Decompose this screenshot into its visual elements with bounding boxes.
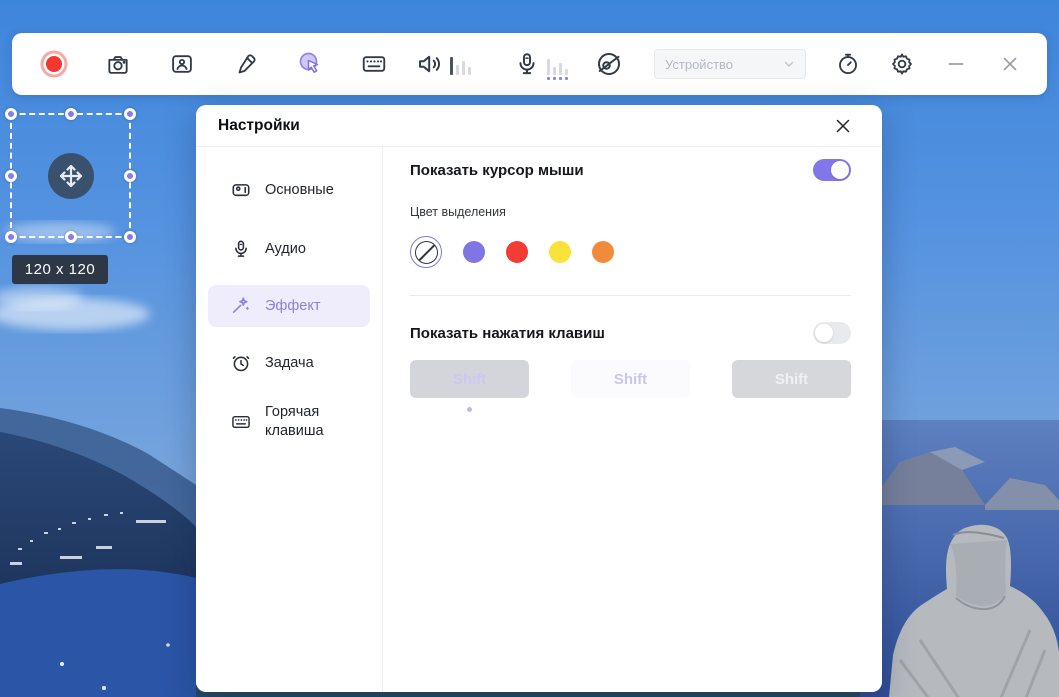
color-swatch-none[interactable] (410, 236, 442, 268)
annotate-button[interactable] (226, 42, 266, 86)
webcam-button[interactable] (162, 42, 202, 86)
show-cursor-label: Показать курсор мыши (410, 161, 584, 179)
close-icon (836, 119, 850, 132)
timer-button[interactable] (829, 42, 867, 86)
toggle-knob (815, 324, 833, 342)
capture-region[interactable] (5, 108, 136, 243)
show-keystrokes-row: Показать нажатия клавиш (410, 322, 851, 344)
resize-handle-nw[interactable] (5, 108, 17, 120)
minimize-button[interactable] (937, 42, 975, 86)
sidebar-item-hotkey[interactable]: Горячая клавиша (208, 399, 370, 445)
sidebar-item-label: Аудио (265, 241, 306, 257)
screen-record-icon (232, 184, 250, 197)
keyboard-icon (362, 56, 386, 72)
keystroke-style-options: Shift Shift Shift (410, 360, 851, 398)
webcam-disabled-icon[interactable] (594, 49, 624, 79)
highlight-color-label: Цвет выделения (410, 205, 506, 219)
sidebar-item-task[interactable]: Задача (208, 340, 370, 386)
sidebar-item-label: Задача (265, 355, 314, 371)
chevron-down-icon (784, 61, 794, 68)
settings-sidebar: Основные Аудио Эффект Задача Горячая кла… (196, 147, 383, 692)
show-keystrokes-toggle[interactable] (813, 322, 851, 344)
pen-icon (238, 54, 256, 74)
webcam-icon (172, 55, 192, 73)
record-button[interactable] (34, 42, 74, 86)
sidebar-item-basic[interactable]: Основные (208, 167, 370, 213)
timer-icon (839, 53, 857, 75)
sidebar-item-label: Эффект (265, 298, 321, 314)
show-keystrokes-label: Показать нажатия клавиш (410, 324, 605, 342)
speaker-level-meter (450, 53, 471, 75)
device-dropdown[interactable]: Устройство (654, 49, 806, 79)
region-size-badge: 120 x 120 (12, 255, 108, 284)
keystroke-display-button[interactable] (354, 42, 394, 86)
cursor-highlight-icon (299, 52, 319, 73)
keystroke-style-gray[interactable]: Shift (732, 360, 851, 398)
close-icon (1003, 57, 1017, 71)
microphone-icon (235, 240, 247, 257)
section-divider (410, 295, 851, 296)
settings-dialog: Настройки Основные Аудио Эффект Задача Г… (196, 105, 882, 692)
close-dialog-button[interactable] (830, 113, 856, 139)
color-swatch-orange[interactable] (592, 241, 614, 263)
resize-handle-se[interactable] (124, 231, 136, 243)
move-region-button[interactable] (47, 152, 94, 199)
effect-settings-panel: Показать курсор мыши Цвет выделения Пока… (383, 147, 882, 692)
sidebar-item-label: Основные (265, 182, 334, 198)
settings-button[interactable] (883, 42, 921, 86)
gear-icon (892, 53, 912, 75)
mic-level-meter (547, 53, 568, 80)
highlight-color-swatches (410, 235, 851, 269)
show-cursor-toggle[interactable] (813, 159, 851, 181)
device-dropdown-value: Устройство (665, 56, 734, 72)
color-swatch-purple[interactable] (463, 241, 485, 263)
close-toolbar-button[interactable] (991, 42, 1029, 86)
dialog-header: Настройки (196, 105, 882, 147)
toolbar-right-cluster (829, 42, 1039, 86)
recorder-toolbar: Устройство (12, 33, 1047, 95)
toggle-knob (831, 161, 849, 179)
sidebar-item-audio[interactable]: Аудио (208, 226, 370, 272)
app-window: Устройство 120 x 120 Настройки Основные … (0, 0, 1059, 697)
keystroke-style-light[interactable]: Shift (571, 360, 690, 398)
show-cursor-row: Показать курсор мыши (410, 159, 851, 181)
magic-wand-icon (232, 297, 249, 314)
sidebar-item-label: Горячая клавиша (265, 403, 324, 439)
color-swatch-red[interactable] (506, 241, 528, 263)
resize-handle-e[interactable] (124, 170, 136, 182)
resize-handle-s[interactable] (65, 231, 77, 243)
dialog-title: Настройки (218, 116, 300, 134)
keystroke-style-dark[interactable]: Shift (410, 360, 529, 398)
record-icon (40, 50, 68, 78)
alarm-clock-icon (232, 355, 250, 372)
no-color-icon (414, 240, 438, 264)
resize-handle-n[interactable] (65, 108, 77, 120)
camera-icon (108, 56, 128, 74)
resize-handle-ne[interactable] (124, 108, 136, 120)
move-arrows-icon (59, 164, 82, 187)
selected-style-indicator-dot (467, 407, 472, 412)
resize-handle-sw[interactable] (5, 231, 17, 243)
sidebar-item-effect[interactable]: Эффект (208, 285, 370, 327)
color-swatch-yellow[interactable] (549, 241, 571, 263)
keyboard-icon (232, 415, 250, 429)
resize-handle-w[interactable] (5, 170, 17, 182)
cursor-effect-button[interactable] (290, 42, 330, 86)
speaker-icon[interactable] (416, 50, 444, 78)
minimize-icon (948, 63, 964, 65)
screenshot-button[interactable] (98, 42, 138, 86)
microphone-icon[interactable] (513, 50, 541, 78)
